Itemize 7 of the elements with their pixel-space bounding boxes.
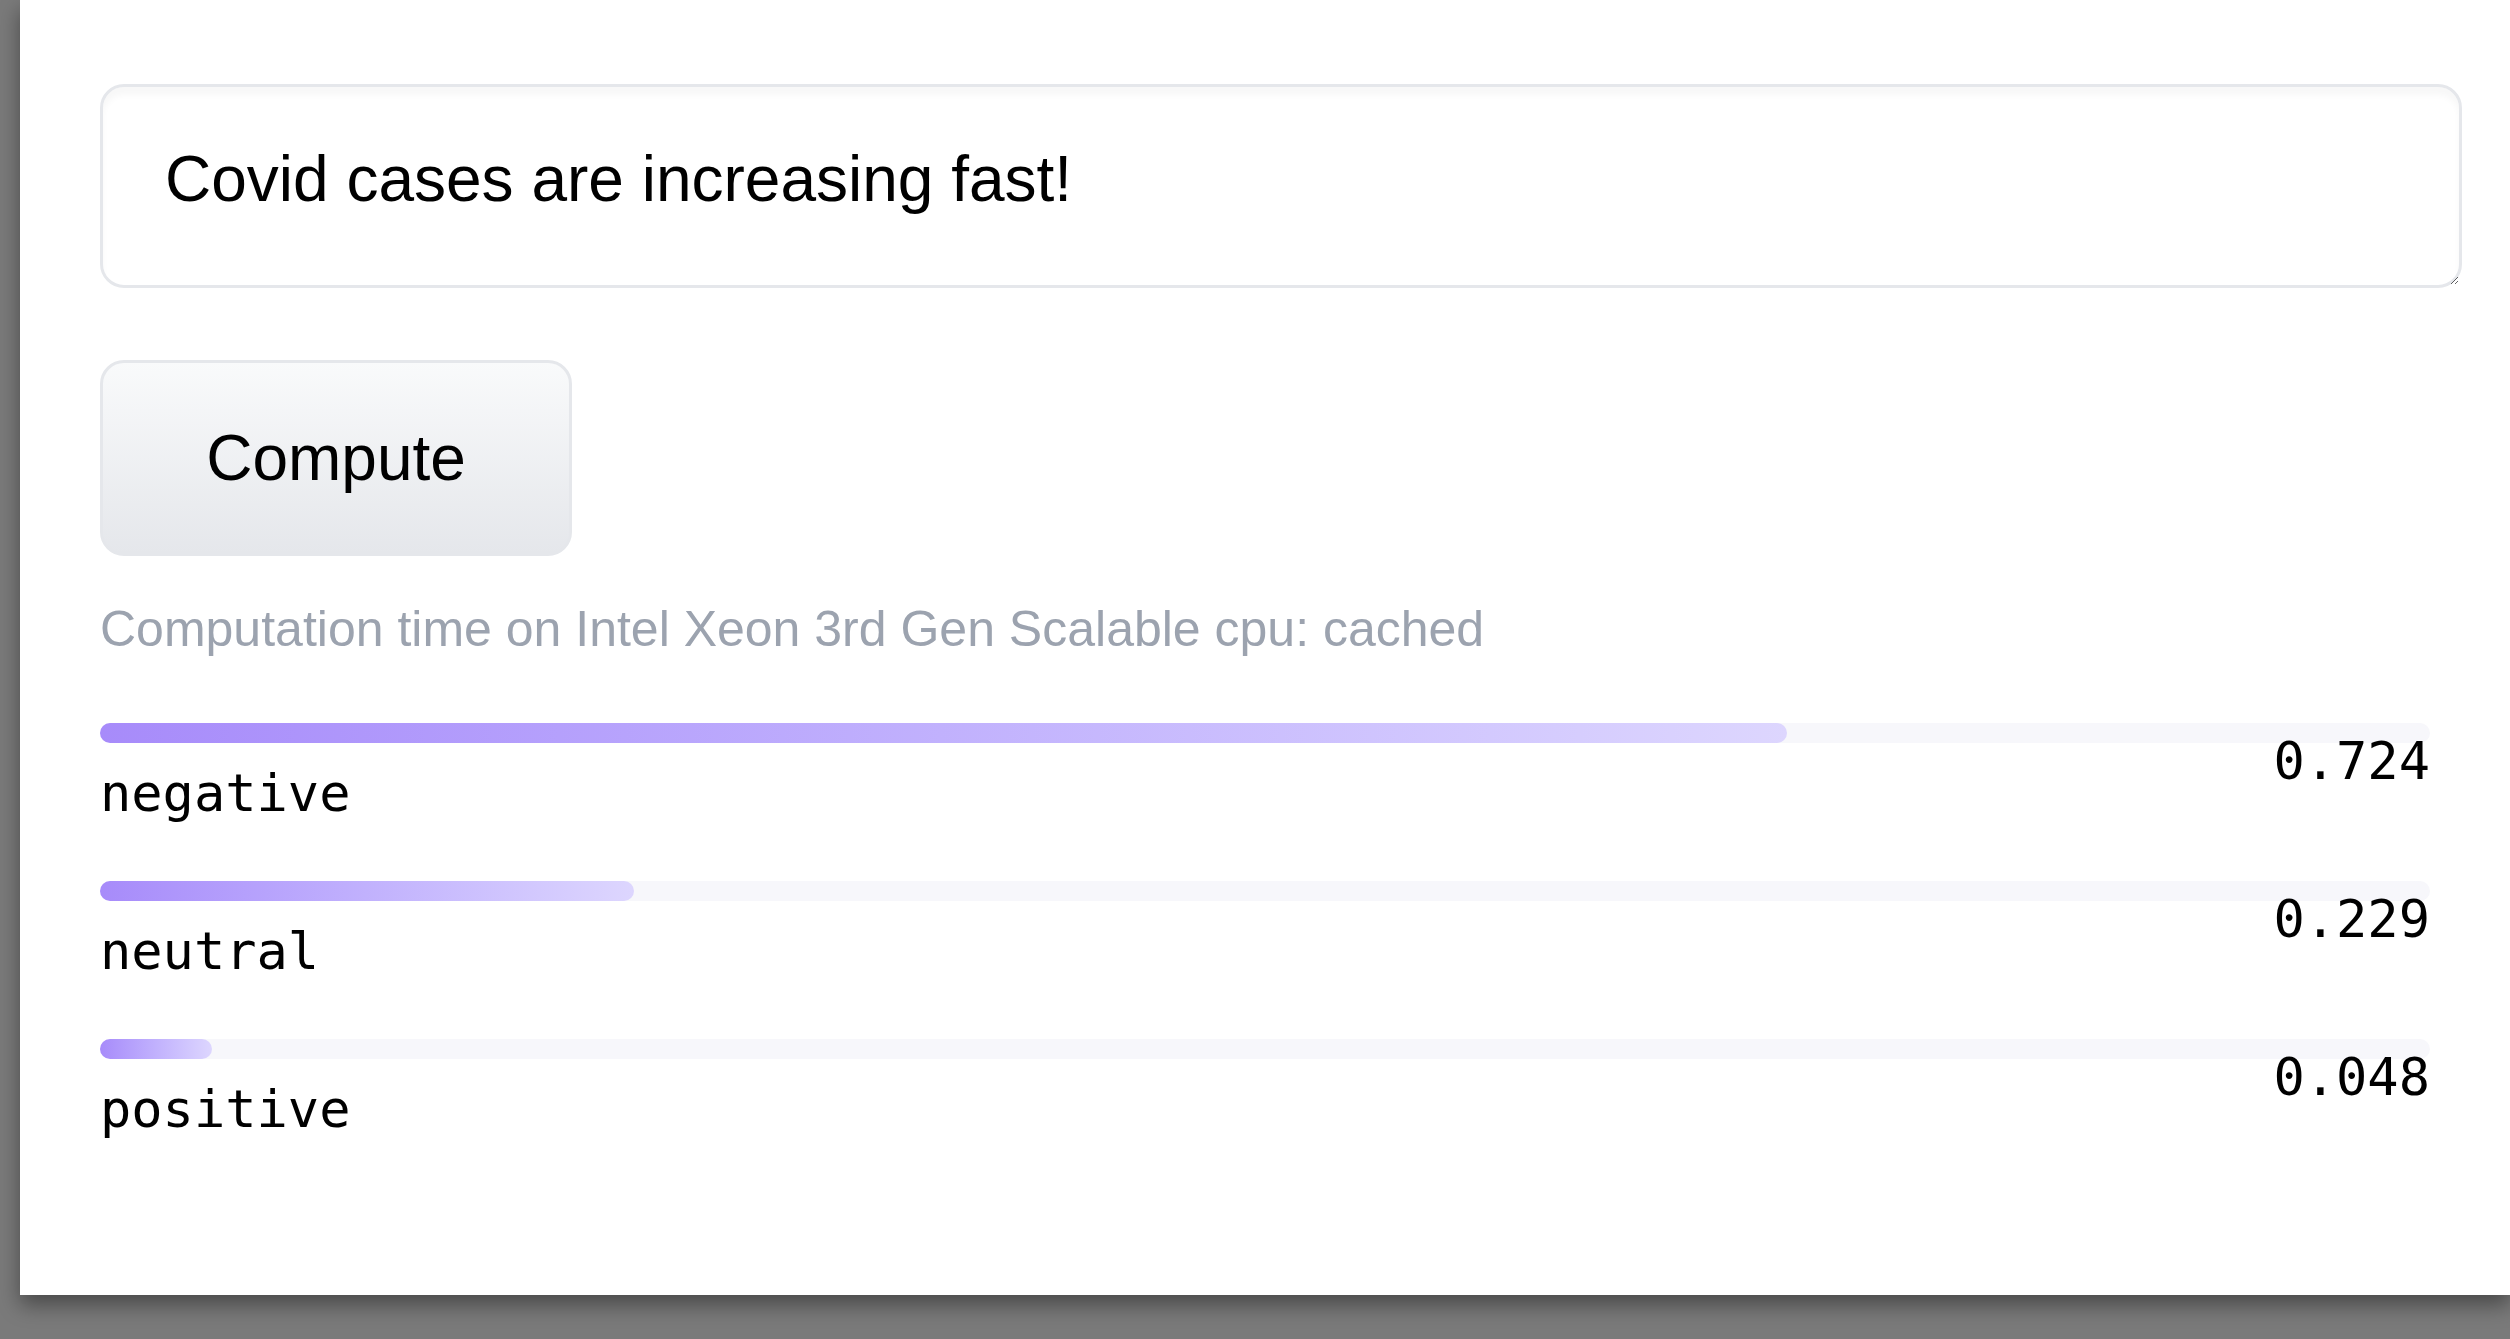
- confidence-value: 0.229: [2273, 892, 2430, 945]
- compute-button[interactable]: Compute: [100, 360, 572, 556]
- confidence-value: 0.724: [2273, 734, 2430, 787]
- label-name: neutral: [100, 924, 320, 977]
- computation-time-caption: Computation time on Intel Xeon 3rd Gen Scalable cpu: cached: [100, 600, 1486, 659]
- text-input-field[interactable]: Covid cases are increasing fast!: [100, 84, 2462, 288]
- confidence-value: 0.048: [2273, 1050, 2430, 1103]
